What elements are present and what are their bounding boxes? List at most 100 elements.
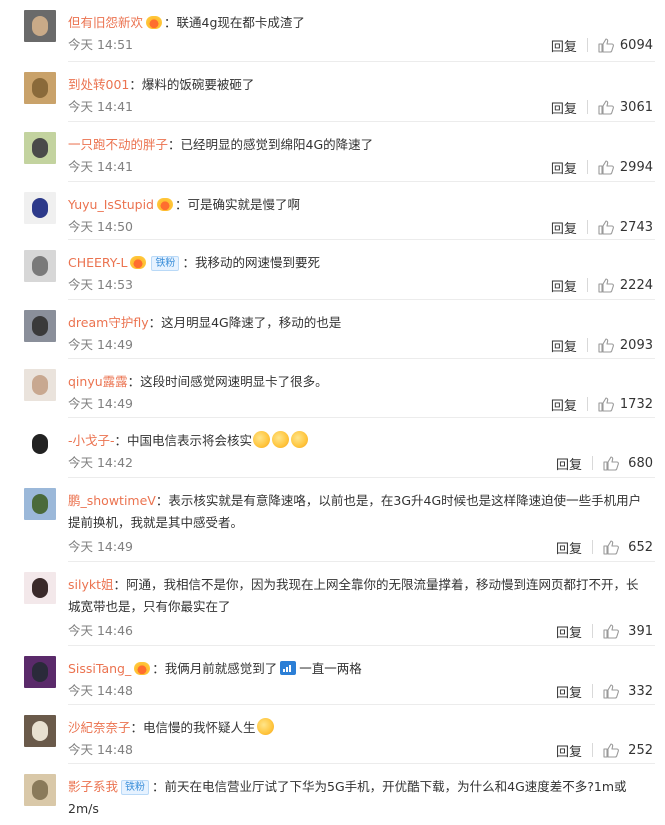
divider	[586, 100, 588, 114]
thumbs-up-icon[interactable]	[603, 455, 619, 471]
thumbs-up-icon[interactable]	[603, 683, 619, 699]
user-name-link[interactable]: SissiTang_	[68, 661, 131, 676]
like-count: 6094	[619, 37, 653, 53]
avatar[interactable]	[24, 572, 56, 604]
fan-badge: 铁粉	[151, 256, 180, 271]
divider	[592, 743, 593, 757]
avatar[interactable]	[24, 715, 56, 747]
fan-badge: 铁粉	[121, 780, 150, 795]
avatar[interactable]	[24, 10, 56, 42]
comment-text: 但有旧怨新欢 ：联通4g现在都卡成渣了	[68, 12, 648, 34]
reply-button[interactable]: 回复	[551, 36, 577, 55]
user-name-link[interactable]: Yuyu_IsStupid	[68, 197, 154, 212]
reply-button[interactable]: 回复	[551, 276, 577, 295]
thumbs-up-icon[interactable]	[598, 277, 614, 293]
user-name-link[interactable]: -小戈子-	[68, 433, 115, 448]
reply-button[interactable]: 回复	[556, 538, 582, 557]
avatar[interactable]	[24, 250, 56, 282]
reply-button[interactable]: 回复	[551, 218, 577, 237]
avatar[interactable]	[24, 774, 56, 806]
divider	[586, 278, 588, 292]
comment-actions: 回复 2743	[551, 217, 653, 237]
avatar[interactable]	[24, 656, 56, 688]
reply-button[interactable]: 回复	[551, 336, 577, 355]
reply-button[interactable]: 回复	[551, 158, 577, 177]
comment-content: ：我俩月前就感觉到了	[152, 661, 278, 676]
comment-actions: 回复 6094	[551, 35, 653, 55]
comment-actions: 回复 252	[556, 740, 653, 760]
comment-time: 今天 14:48	[68, 683, 133, 698]
avatar[interactable]	[24, 428, 56, 460]
user-name-link[interactable]: 影子系我	[68, 779, 118, 794]
reply-button[interactable]: 回复	[556, 682, 582, 701]
avatar[interactable]	[24, 192, 56, 224]
user-name-link[interactable]: 沙紀奈奈子	[68, 720, 131, 735]
comment-text: 鹏_showtimeV：表示核实就是有意降速咯，以前也是，在3G升4G时候也是这…	[68, 490, 648, 534]
like-count: 2224	[619, 277, 653, 293]
user-name-link[interactable]: 但有旧怨新欢	[68, 15, 143, 30]
comment-item: CHEERY-L 铁粉 ：我移动的网速慢到要死 今天 14:53 回复 2224	[0, 240, 665, 300]
divider	[586, 38, 588, 52]
user-name-link[interactable]: 一只跑不动的胖子	[68, 137, 168, 152]
comment-actions: 回复 2994	[551, 157, 653, 177]
thumbs-up-icon[interactable]	[598, 37, 614, 53]
divider	[592, 684, 593, 698]
comment-item: 影子系我 铁粉 ：前天在电信营业厅试了下华为5G手机，开优酷下载，为什么和4G速度差…	[0, 764, 665, 825]
comment-content: ：前天在电信营业厅试了下华为5G手机，开优酷下载，为什么和4G速度差不多?1m或…	[68, 779, 627, 816]
avatar[interactable]	[24, 72, 56, 104]
comment-item: 到处转001：爆料的饭碗要被砸了今天 14:41 回复 3061	[0, 62, 665, 122]
thumbs-up-icon[interactable]	[598, 159, 614, 175]
signal-icon	[280, 661, 297, 675]
comment-time: 今天 14:49	[68, 337, 133, 352]
thumbs-up-icon[interactable]	[603, 539, 619, 555]
reply-button[interactable]: 回复	[551, 98, 577, 117]
user-name-link[interactable]: CHEERY-L	[68, 255, 127, 270]
user-name-link[interactable]: qinyu露露	[68, 374, 128, 389]
comment-item: 沙紀奈奈子：电信慢的我怀疑人生 今天 14:48 回复 252	[0, 705, 665, 764]
like-count: 3061	[619, 99, 653, 115]
comment-text: 一只跑不动的胖子：已经明显的感觉到绵阳4G的降速了	[68, 134, 648, 156]
thumbs-up-icon[interactable]	[603, 742, 619, 758]
comment-item: dream守护fly：这月明显4G降速了，移动的也是 今天 14:49 回复 2093	[0, 300, 665, 359]
like-count: 391	[628, 623, 653, 639]
thumbs-up-icon[interactable]	[603, 623, 619, 639]
comment-time: 今天 14:46	[68, 623, 133, 638]
vip-crown-icon	[157, 198, 173, 211]
user-name-link[interactable]: 到处转001	[68, 77, 129, 92]
comment-item: 但有旧怨新欢 ：联通4g现在都卡成渣了 今天 14:51 回复 6094	[0, 0, 665, 62]
comment-item: 鹏_showtimeV：表示核实就是有意降速咯，以前也是，在3G升4G时候也是这…	[0, 478, 665, 562]
reply-button[interactable]: 回复	[556, 741, 582, 760]
thumbs-up-icon[interactable]	[598, 337, 614, 353]
comment-text: 影子系我 铁粉 ：前天在电信营业厅试了下华为5G手机，开优酷下载，为什么和4G速度差…	[68, 776, 648, 820]
comment-time: 今天 14:41	[68, 99, 133, 114]
user-name-link[interactable]: silykt姐	[68, 577, 114, 592]
divider	[586, 160, 588, 174]
reply-button[interactable]: 回复	[551, 395, 577, 414]
like-count: 680	[628, 455, 653, 471]
reply-button[interactable]: 回复	[556, 454, 582, 473]
like-count: 652	[628, 539, 653, 555]
comment-actions: 回复 2093	[551, 335, 653, 355]
comment-content: ：我移动的网速慢到要死	[182, 255, 320, 270]
user-name-link[interactable]: dream守护fly	[68, 315, 149, 330]
comment-content: ：中国电信表示将会核实	[114, 433, 253, 448]
comment-text: 到处转001：爆料的饭碗要被砸了	[68, 74, 648, 96]
comment-content: ：联通4g现在都卡成渣了	[164, 15, 305, 30]
user-name-link[interactable]: 鹏_showtimeV	[68, 493, 156, 508]
avatar[interactable]	[24, 488, 56, 520]
avatar[interactable]	[24, 132, 56, 164]
avatar[interactable]	[24, 310, 56, 342]
reply-button[interactable]: 回复	[556, 622, 582, 641]
thumbs-up-icon[interactable]	[598, 396, 614, 412]
divider	[592, 624, 593, 638]
divider	[586, 220, 588, 234]
avatar[interactable]	[24, 369, 56, 401]
divider	[592, 456, 593, 470]
thumbs-up-icon[interactable]	[598, 99, 614, 115]
comment-content: ：这段时间感觉网速明显卡了很多。	[127, 374, 328, 389]
comment-text: 沙紀奈奈子：电信慢的我怀疑人生	[68, 717, 648, 739]
comment-content-continued: 一直一两格	[299, 661, 362, 676]
emoji-icon	[253, 431, 271, 448]
thumbs-up-icon[interactable]	[598, 219, 614, 235]
comment-text: CHEERY-L 铁粉 ：我移动的网速慢到要死	[68, 252, 648, 274]
